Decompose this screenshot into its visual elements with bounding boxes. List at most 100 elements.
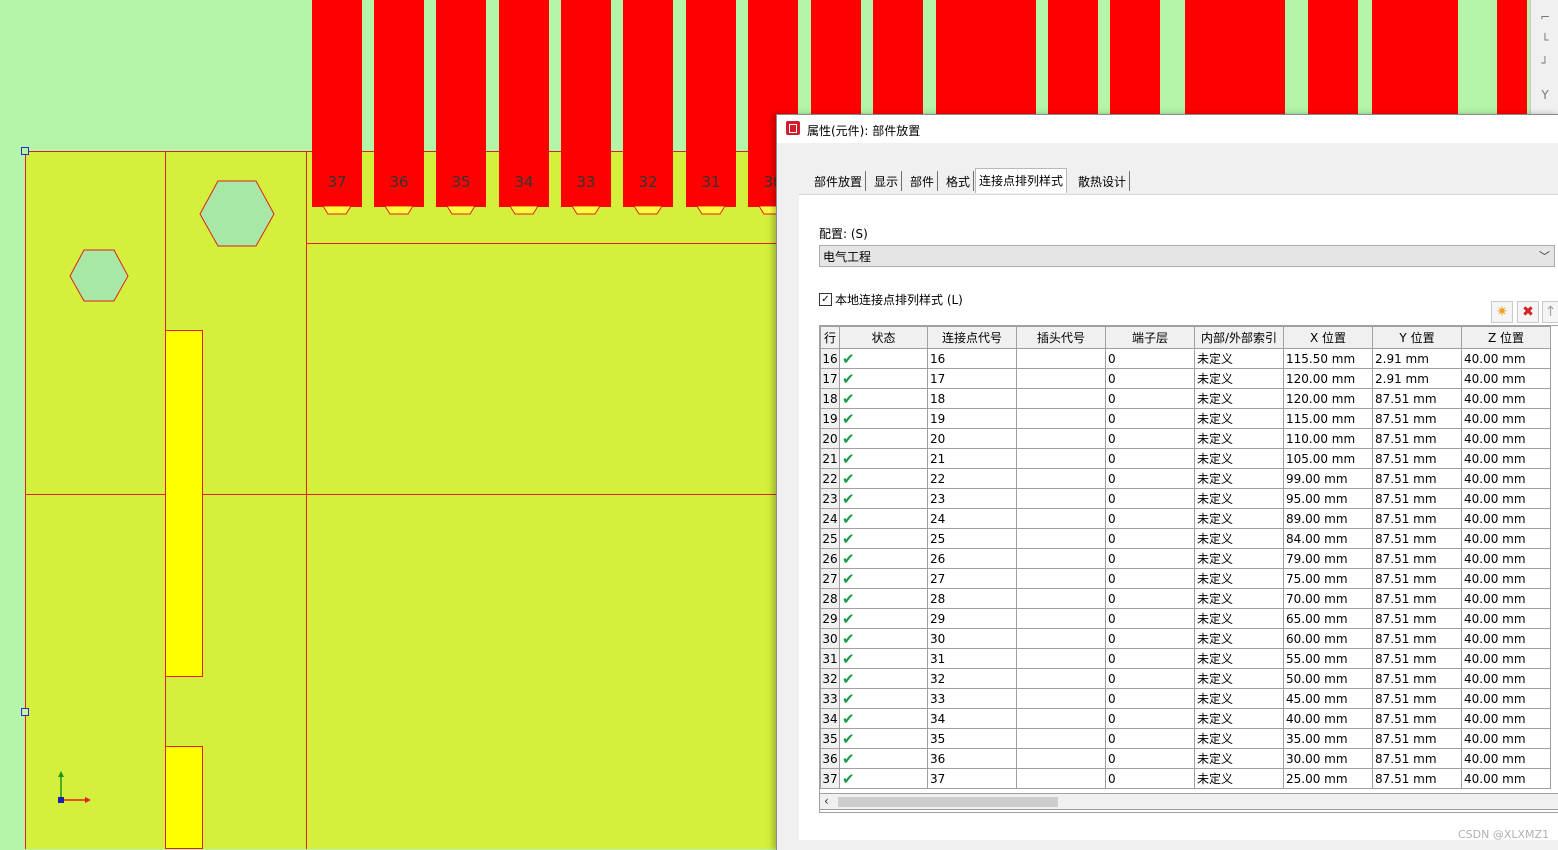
x-position-cell[interactable]: 55.00 mm: [1283, 648, 1373, 669]
z-position-cell[interactable]: 40.00 mm: [1461, 708, 1551, 729]
plug-cell[interactable]: [1016, 688, 1106, 709]
layer-cell[interactable]: 0: [1105, 568, 1195, 589]
y-position-cell[interactable]: 87.51 mm: [1372, 768, 1462, 789]
index-cell[interactable]: 未定义: [1194, 488, 1284, 509]
dialog-titlebar[interactable]: 属性(元件): 部件放置: [777, 115, 1558, 143]
x-position-cell[interactable]: 110.00 mm: [1283, 428, 1373, 449]
snap-corner-icon[interactable]: ⌐: [1538, 10, 1552, 24]
x-position-cell[interactable]: 120.00 mm: [1283, 368, 1373, 389]
table-row[interactable]: 26 ✔ 26 0 未定义 79.00 mm 87.51 mm 40.00 mm: [820, 548, 1551, 569]
code-cell[interactable]: 37: [927, 768, 1017, 789]
x-position-cell[interactable]: 45.00 mm: [1283, 688, 1373, 709]
z-position-cell[interactable]: 40.00 mm: [1461, 528, 1551, 549]
index-cell[interactable]: 未定义: [1194, 368, 1284, 389]
z-position-cell[interactable]: 40.00 mm: [1461, 728, 1551, 749]
table-row[interactable]: 31 ✔ 31 0 未定义 55.00 mm 87.51 mm 40.00 mm: [820, 648, 1551, 669]
local-style-checkbox[interactable]: ✓: [819, 293, 832, 306]
layer-cell[interactable]: 0: [1105, 588, 1195, 609]
index-cell[interactable]: 未定义: [1194, 568, 1284, 589]
table-row[interactable]: 35 ✔ 35 0 未定义 35.00 mm 87.51 mm 40.00 mm: [820, 728, 1551, 749]
index-cell[interactable]: 未定义: [1194, 688, 1284, 709]
table-row[interactable]: 37 ✔ 37 0 未定义 25.00 mm 87.51 mm 40.00 mm: [820, 768, 1551, 789]
status-cell[interactable]: ✔: [839, 748, 928, 769]
selection-handle[interactable]: [21, 147, 29, 155]
layer-cell[interactable]: 0: [1105, 528, 1195, 549]
x-position-cell[interactable]: 70.00 mm: [1283, 588, 1373, 609]
plug-cell[interactable]: [1016, 708, 1106, 729]
table-row[interactable]: 32 ✔ 32 0 未定义 50.00 mm 87.51 mm 40.00 mm: [820, 668, 1551, 689]
x-position-cell[interactable]: 30.00 mm: [1283, 748, 1373, 769]
tab-display[interactable]: 显示: [871, 171, 903, 191]
index-cell[interactable]: 未定义: [1194, 448, 1284, 469]
code-cell[interactable]: 34: [927, 708, 1017, 729]
y-position-cell[interactable]: 87.51 mm: [1372, 668, 1462, 689]
status-cell[interactable]: ✔: [839, 728, 928, 749]
status-cell[interactable]: ✔: [839, 568, 928, 589]
tab-connection-point-pattern[interactable]: 连接点排列样式: [975, 168, 1068, 193]
plug-cell[interactable]: [1016, 468, 1106, 489]
code-cell[interactable]: 32: [927, 668, 1017, 689]
layer-cell[interactable]: 0: [1105, 488, 1195, 509]
table-row[interactable]: 33 ✔ 33 0 未定义 45.00 mm 87.51 mm 40.00 mm: [820, 688, 1551, 709]
y-position-cell[interactable]: 87.51 mm: [1372, 568, 1462, 589]
tab-format[interactable]: 格式: [943, 171, 975, 191]
col-header-plug[interactable]: 插头代号: [1016, 326, 1106, 349]
table-row[interactable]: 22 ✔ 22 0 未定义 99.00 mm 87.51 mm 40.00 mm: [820, 468, 1551, 489]
x-position-cell[interactable]: 65.00 mm: [1283, 608, 1373, 629]
x-position-cell[interactable]: 40.00 mm: [1283, 708, 1373, 729]
z-position-cell[interactable]: 40.00 mm: [1461, 368, 1551, 389]
table-row[interactable]: 21 ✔ 21 0 未定义 105.00 mm 87.51 mm 40.00 mm: [820, 448, 1551, 469]
layer-cell[interactable]: 0: [1105, 408, 1195, 429]
status-cell[interactable]: ✔: [839, 608, 928, 629]
col-header-x[interactable]: X 位置: [1283, 326, 1373, 349]
index-cell[interactable]: 未定义: [1194, 628, 1284, 649]
plug-cell[interactable]: [1016, 428, 1106, 449]
x-position-cell[interactable]: 120.00 mm: [1283, 388, 1373, 409]
y-position-cell[interactable]: 87.51 mm: [1372, 388, 1462, 409]
plug-cell[interactable]: [1016, 488, 1106, 509]
plug-cell[interactable]: [1016, 348, 1106, 369]
new-button[interactable]: ✷: [1491, 301, 1513, 323]
z-position-cell[interactable]: 40.00 mm: [1461, 468, 1551, 489]
y-position-cell[interactable]: 87.51 mm: [1372, 588, 1462, 609]
plug-cell[interactable]: [1016, 568, 1106, 589]
index-cell[interactable]: 未定义: [1194, 728, 1284, 749]
col-header-code[interactable]: 连接点代号: [927, 326, 1017, 349]
index-cell[interactable]: 未定义: [1194, 468, 1284, 489]
col-header-layer[interactable]: 端子层: [1105, 326, 1195, 349]
status-cell[interactable]: ✔: [839, 508, 928, 529]
z-position-cell[interactable]: 40.00 mm: [1461, 348, 1551, 369]
z-position-cell[interactable]: 40.00 mm: [1461, 768, 1551, 789]
status-cell[interactable]: ✔: [839, 768, 928, 789]
plug-cell[interactable]: [1016, 588, 1106, 609]
config-select[interactable]: 电气工程 ﹀: [819, 245, 1555, 267]
code-cell[interactable]: 29: [927, 608, 1017, 629]
layer-cell[interactable]: 0: [1105, 708, 1195, 729]
table-row[interactable]: 16 ✔ 16 0 未定义 115.50 mm 2.91 mm 40.00 mm: [820, 348, 1551, 369]
table-row[interactable]: 19 ✔ 19 0 未定义 115.00 mm 87.51 mm 40.00 mm: [820, 408, 1551, 429]
table-row[interactable]: 30 ✔ 30 0 未定义 60.00 mm 87.51 mm 40.00 mm: [820, 628, 1551, 649]
index-cell[interactable]: 未定义: [1194, 388, 1284, 409]
tab-part[interactable]: 部件: [907, 171, 939, 191]
y-position-cell[interactable]: 2.91 mm: [1372, 348, 1462, 369]
snap-edge-icon[interactable]: └: [1538, 33, 1552, 47]
code-cell[interactable]: 24: [927, 508, 1017, 529]
index-cell[interactable]: 未定义: [1194, 528, 1284, 549]
code-cell[interactable]: 33: [927, 688, 1017, 709]
y-position-cell[interactable]: 87.51 mm: [1372, 748, 1462, 769]
z-position-cell[interactable]: 40.00 mm: [1461, 668, 1551, 689]
y-position-cell[interactable]: 87.51 mm: [1372, 488, 1462, 509]
code-cell[interactable]: 35: [927, 728, 1017, 749]
x-position-cell[interactable]: 99.00 mm: [1283, 468, 1373, 489]
y-position-cell[interactable]: 87.51 mm: [1372, 728, 1462, 749]
index-cell[interactable]: 未定义: [1194, 508, 1284, 529]
layer-cell[interactable]: 0: [1105, 388, 1195, 409]
index-cell[interactable]: 未定义: [1194, 548, 1284, 569]
status-cell[interactable]: ✔: [839, 688, 928, 709]
layer-cell[interactable]: 0: [1105, 628, 1195, 649]
x-position-cell[interactable]: 75.00 mm: [1283, 568, 1373, 589]
code-cell[interactable]: 16: [927, 348, 1017, 369]
status-cell[interactable]: ✔: [839, 708, 928, 729]
layer-cell[interactable]: 0: [1105, 688, 1195, 709]
code-cell[interactable]: 26: [927, 548, 1017, 569]
